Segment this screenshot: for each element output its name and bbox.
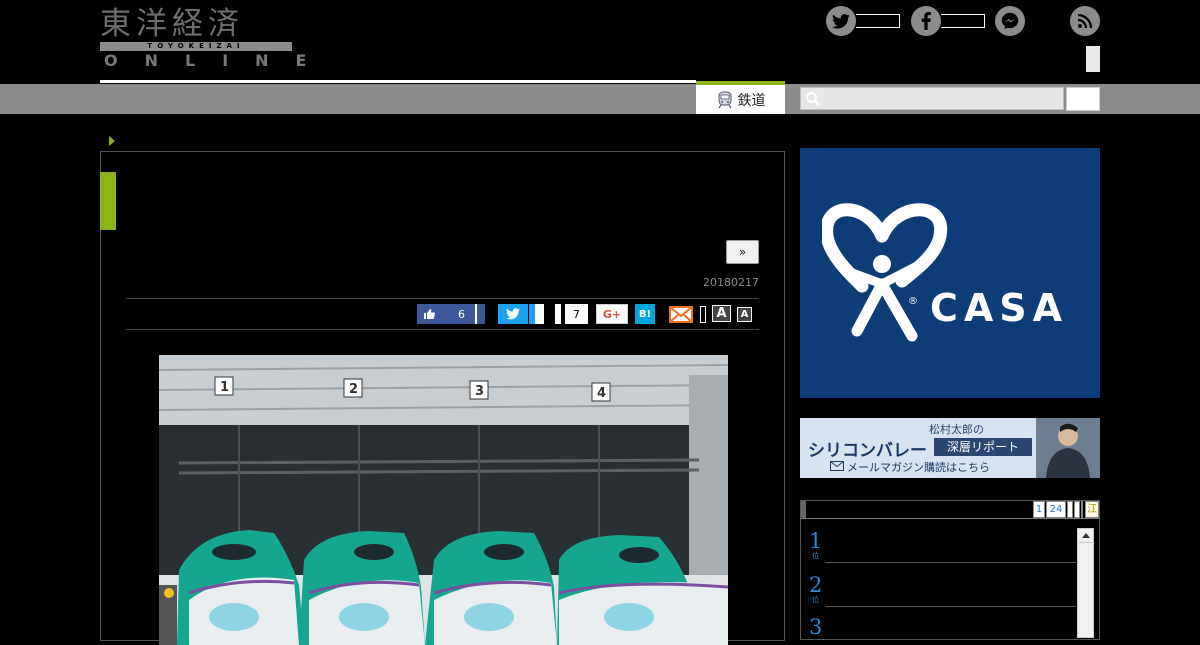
hatena-bookmark-button[interactable]: B! bbox=[635, 304, 655, 324]
svg-text:2: 2 bbox=[349, 382, 358, 397]
facebook-count-box bbox=[941, 14, 985, 28]
silicon-valley-ad-banner[interactable]: 松村太郎の シリコンバレー 深層リポート メールマガジン購読はこちら bbox=[800, 418, 1100, 478]
scroll-up-arrow-icon[interactable] bbox=[1078, 529, 1093, 543]
twitter-count-box bbox=[856, 14, 900, 28]
rank-suffix-1: 位 bbox=[812, 552, 819, 560]
rank-number-2: 2 bbox=[809, 573, 823, 597]
casa-ad-brand: CASA bbox=[930, 286, 1069, 330]
train-icon bbox=[718, 91, 731, 108]
tweet-count-bubble bbox=[529, 304, 544, 324]
hatena-count: 7 bbox=[565, 304, 588, 324]
rank-suffix-2: 位 bbox=[812, 596, 819, 604]
search-icon bbox=[806, 92, 820, 106]
article-date: 20180217 bbox=[703, 276, 759, 289]
ranking-tab-24[interactable]: 24 bbox=[1046, 501, 1066, 518]
mail-icon[interactable] bbox=[669, 306, 693, 323]
thumbs-up-icon bbox=[424, 309, 435, 319]
share-divider-bottom bbox=[126, 329, 759, 330]
svg-text:4: 4 bbox=[597, 386, 606, 401]
article-photo: 1 2 3 4 bbox=[159, 355, 728, 645]
messenger-icon[interactable] bbox=[995, 6, 1025, 36]
ad2-tag: 深層リポート bbox=[934, 438, 1032, 456]
ad2-line2: シリコンバレー bbox=[808, 441, 927, 461]
title-accent-bar bbox=[100, 172, 116, 230]
google-plus-button[interactable]: G+ bbox=[596, 304, 628, 324]
ranking-tab-extra[interactable]: 江 bbox=[1085, 501, 1099, 518]
font-size-small-button[interactable]: A bbox=[737, 307, 752, 322]
logo-online-text: ONLINE bbox=[104, 51, 334, 70]
ranking-tab-1[interactable]: 1 bbox=[1033, 501, 1045, 518]
logo-subtitle: TOYOKEIZAI bbox=[100, 42, 292, 51]
ad2-photo bbox=[1036, 418, 1100, 478]
rank-number-1: 1 bbox=[809, 529, 823, 553]
hatena-count-edge bbox=[555, 304, 561, 324]
ranking-tab-5[interactable] bbox=[1081, 501, 1083, 518]
tweet-button[interactable] bbox=[498, 304, 528, 324]
facebook-icon[interactable] bbox=[911, 6, 941, 36]
ranking-scrollbar[interactable] bbox=[1077, 528, 1094, 638]
share-spacer-box bbox=[700, 306, 706, 323]
ranking-tab-3[interactable] bbox=[1067, 501, 1073, 518]
like-count: 6 bbox=[458, 307, 465, 321]
svg-text:®: ® bbox=[908, 296, 918, 307]
search-input[interactable] bbox=[800, 87, 1064, 110]
ranking-panel bbox=[800, 500, 1100, 640]
ranking-header-marker bbox=[801, 501, 806, 518]
tweet-icon bbox=[506, 308, 520, 320]
rank-number-3: 3 bbox=[809, 615, 823, 639]
svg-text:3: 3 bbox=[475, 384, 484, 399]
next-page-button[interactable]: » bbox=[726, 240, 759, 264]
tab-railway[interactable]: 鉄道 bbox=[696, 81, 785, 114]
like-count-tail bbox=[475, 304, 485, 324]
ad2-mail-icon bbox=[830, 461, 844, 471]
site-logo[interactable]: 東洋経済 bbox=[100, 6, 292, 42]
twitter-icon[interactable] bbox=[826, 6, 856, 36]
svg-text:1: 1 bbox=[220, 380, 229, 395]
ranking-tab-4[interactable] bbox=[1074, 501, 1080, 518]
rank-divider-1 bbox=[826, 562, 1076, 563]
rank-divider-2 bbox=[826, 606, 1076, 607]
ad2-line3: メールマガジン購読はこちら bbox=[847, 461, 990, 474]
font-size-large-button[interactable]: A bbox=[712, 305, 731, 322]
share-divider-top bbox=[126, 298, 759, 299]
ad2-line1: 松村太郎の bbox=[929, 423, 984, 436]
tab-railway-label: 鉄道 bbox=[737, 92, 766, 109]
breadcrumb-arrow-icon bbox=[109, 136, 115, 146]
menu-button[interactable] bbox=[1086, 46, 1100, 72]
header-divider bbox=[100, 80, 696, 83]
rss-icon[interactable] bbox=[1070, 6, 1100, 36]
search-button[interactable] bbox=[1066, 87, 1100, 111]
like-button[interactable]: 6 bbox=[417, 304, 475, 324]
